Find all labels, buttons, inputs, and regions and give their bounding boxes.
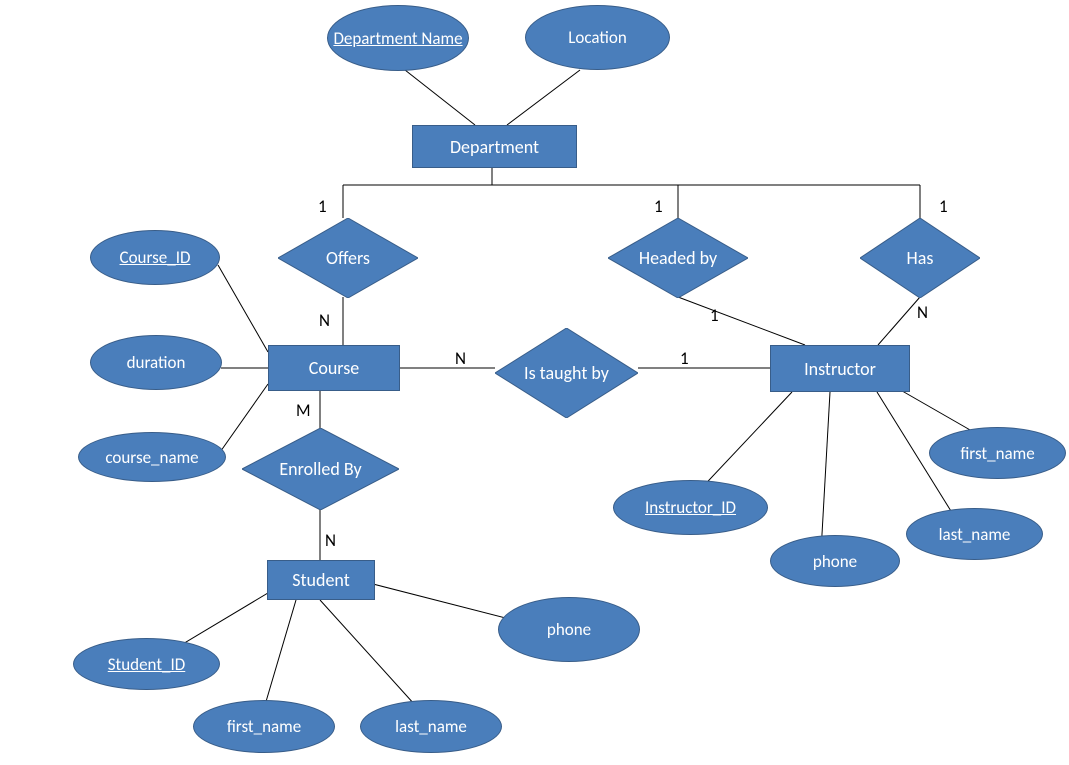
card-headed-instr: 1 <box>710 305 719 326</box>
card-has-instr: N <box>917 302 928 323</box>
relationship-headed-by: Headed by <box>608 218 748 298</box>
card-offers-course: N <box>319 310 330 331</box>
attr-instructor-id: Instructor_ID <box>613 480 768 535</box>
attr-student-phone: phone <box>498 597 640 662</box>
entity-instructor: Instructor <box>770 345 910 392</box>
relationship-enrolled-by: Enrolled By <box>242 428 399 510</box>
entity-course: Course <box>268 345 400 391</box>
card-taught-course: N <box>455 348 466 369</box>
entity-student: Student <box>267 560 375 600</box>
attr-instructor-phone: phone <box>770 535 900 587</box>
attr-student-id: Student_ID <box>73 638 220 690</box>
attr-course-id: Course_ID <box>90 230 220 285</box>
attr-instructor-first-name: first_name <box>929 427 1066 479</box>
relationship-has-label: Has <box>903 249 938 268</box>
er-diagram-stage: Department Course Student Instructor Off… <box>0 0 1069 765</box>
relationship-is-taught-by: Is taught by <box>495 328 638 418</box>
card-taught-instr: 1 <box>680 348 689 369</box>
card-headed-dept: 1 <box>654 196 663 217</box>
attr-instructor-last-name: last_name <box>906 508 1043 560</box>
relationship-has: Has <box>860 218 980 298</box>
card-has-dept: 1 <box>939 196 948 217</box>
relationship-headed-by-label: Headed by <box>635 249 721 268</box>
attr-location: Location <box>525 5 670 70</box>
entity-department: Department <box>412 125 577 168</box>
attr-student-first-name: first_name <box>193 700 335 753</box>
card-offers-dept: 1 <box>318 196 327 217</box>
attr-student-last-name: last_name <box>360 700 502 753</box>
card-enrolled-student: N <box>325 530 336 551</box>
card-enrolled-course: M <box>296 400 311 421</box>
attr-department-name: Department Name <box>327 5 469 71</box>
attr-course-name: course_name <box>78 432 226 482</box>
relationship-is-taught-by-label: Is taught by <box>520 364 613 383</box>
relationship-offers-label: Offers <box>322 249 374 268</box>
relationship-offers: Offers <box>278 218 418 298</box>
relationship-enrolled-by-label: Enrolled By <box>275 460 365 479</box>
attr-duration: duration <box>90 335 222 390</box>
